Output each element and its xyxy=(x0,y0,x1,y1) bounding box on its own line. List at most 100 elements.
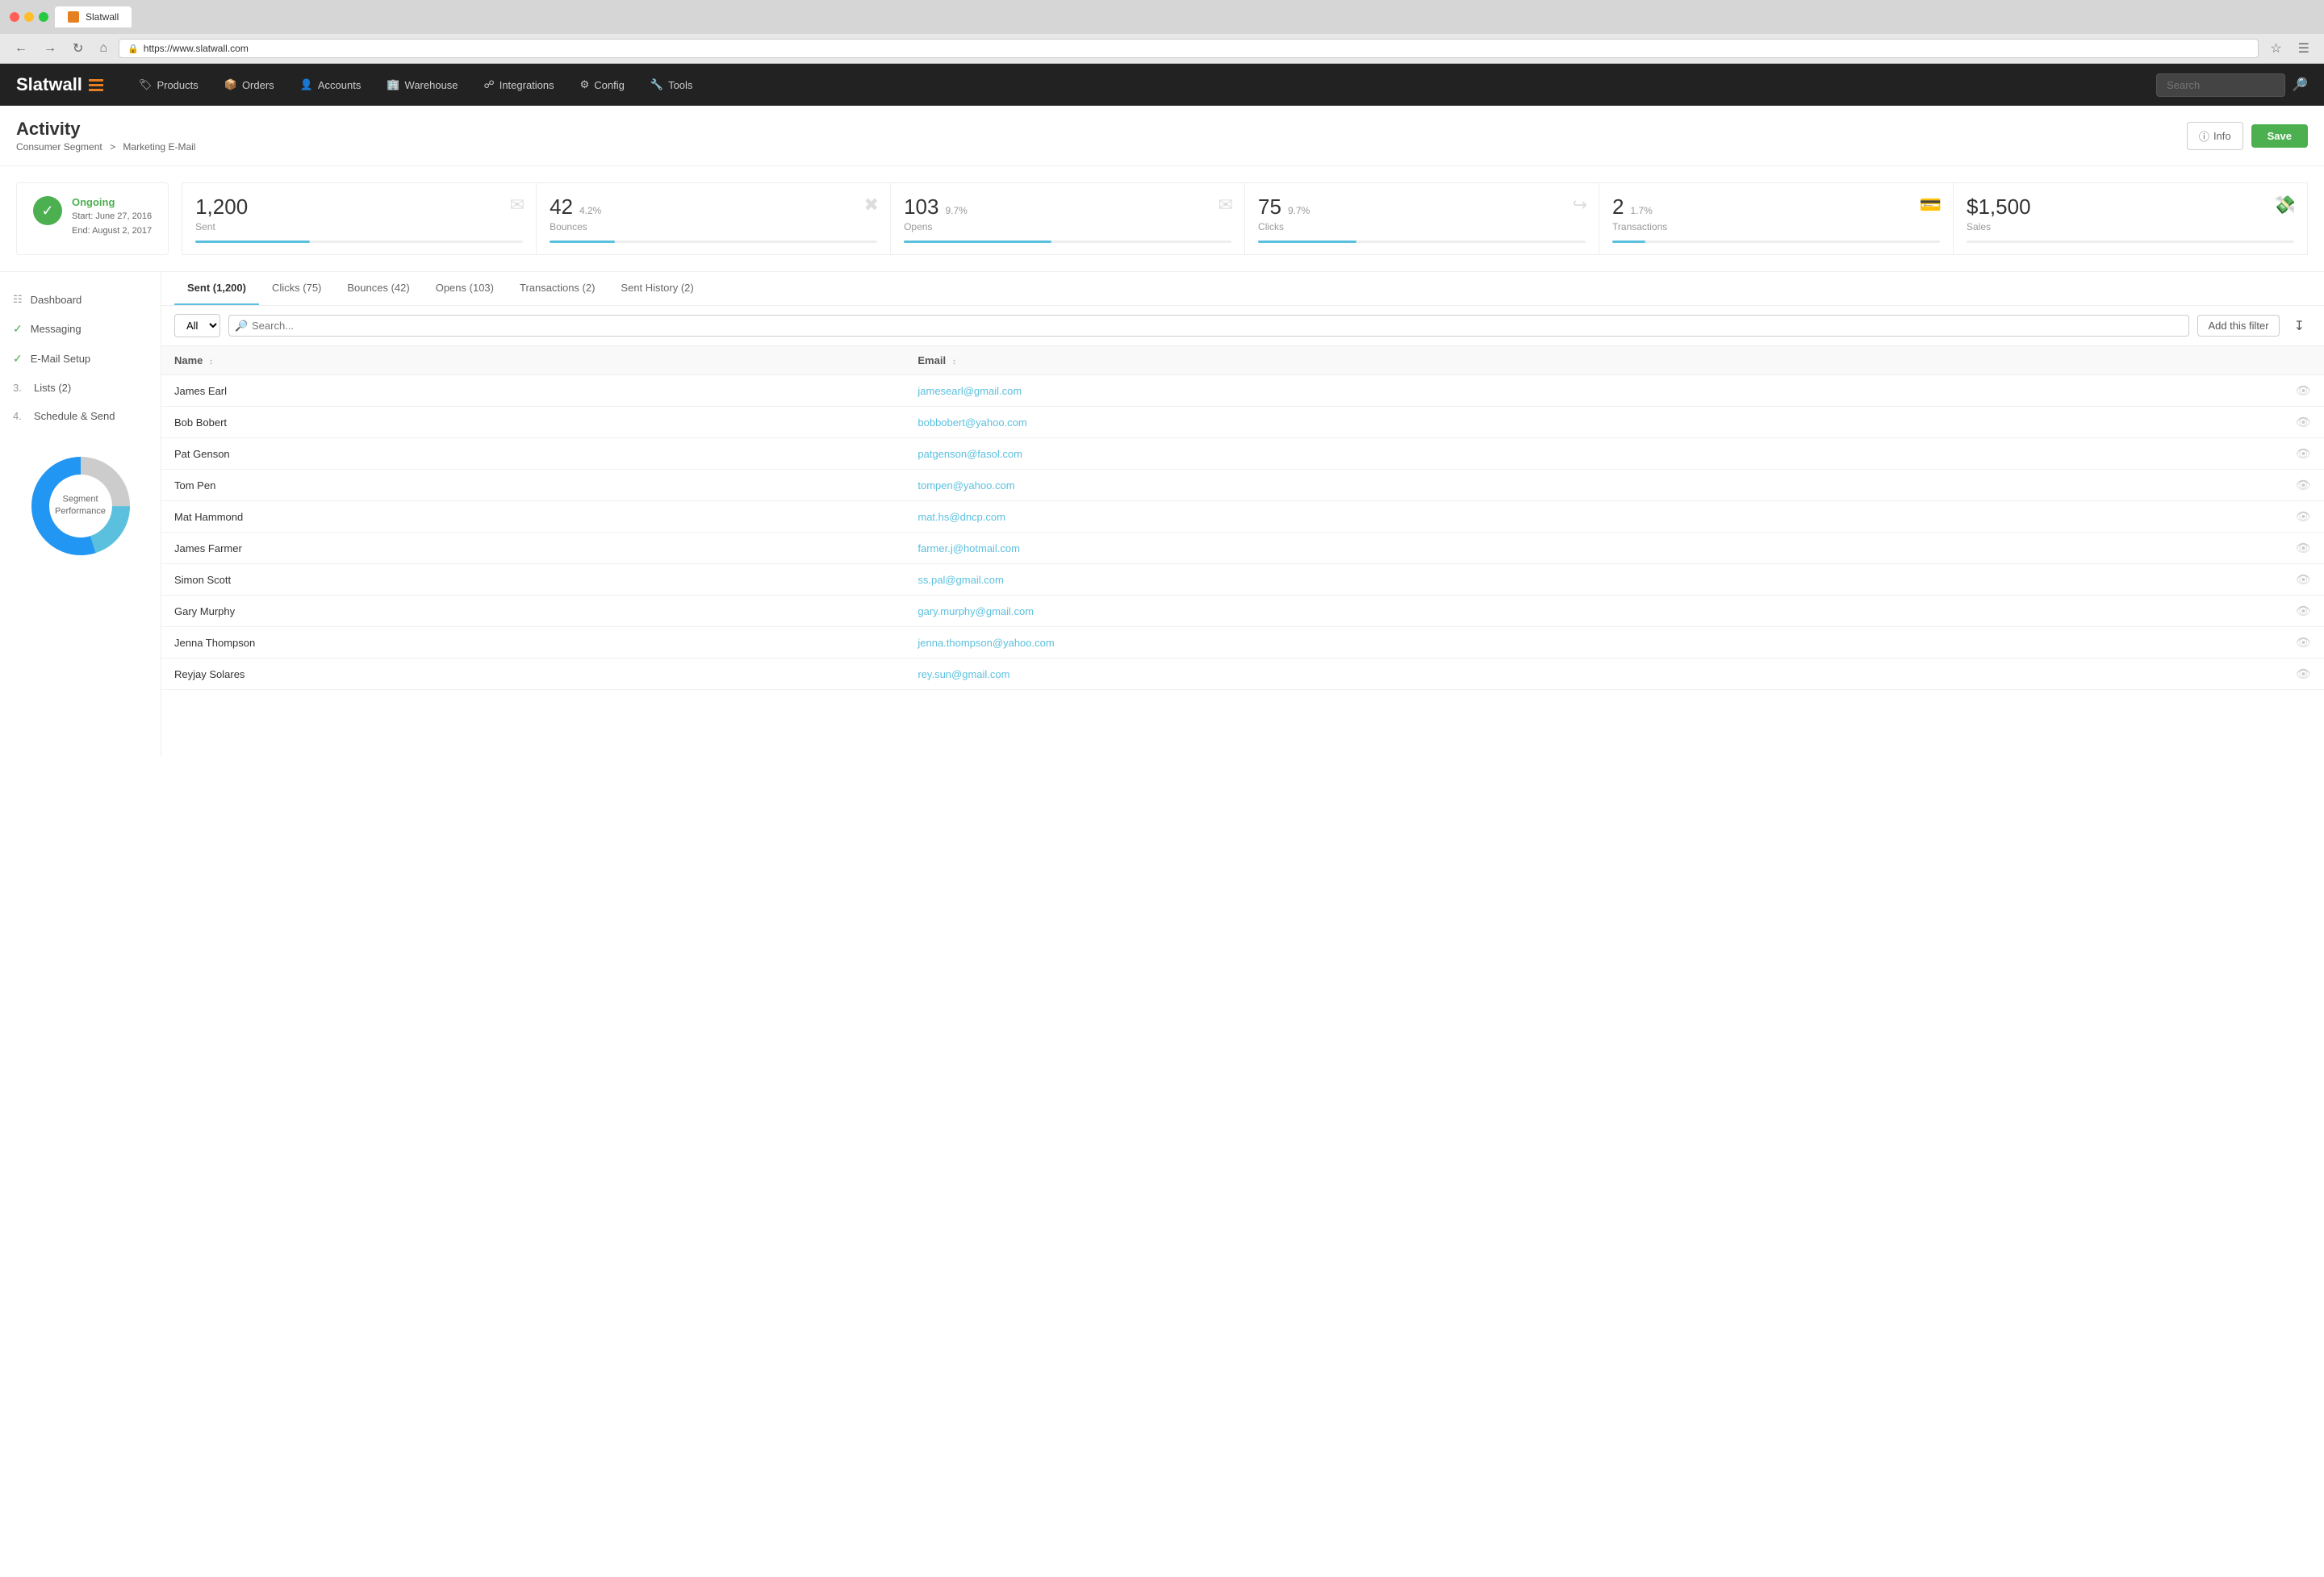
sidebar-item-schedule[interactable]: 4. Schedule & Send xyxy=(0,402,161,430)
url-bar[interactable]: 🔒 https://www.slatwall.com xyxy=(119,39,2259,58)
status-start: Start: June 27, 2016 xyxy=(72,210,152,224)
sidebar-item-email-setup[interactable]: ✓ E-Mail Setup xyxy=(0,344,161,374)
data-table: Name ↕ Email ↕ James Earl jamesearl@gmai… xyxy=(161,346,2324,690)
cell-name-8: Jenna Thompson xyxy=(161,627,905,659)
sidebar-item-messaging[interactable]: ✓ Messaging xyxy=(0,314,161,344)
nav-search-icon[interactable]: 🔎 xyxy=(2292,77,2308,93)
cell-email-3[interactable]: tompen@yahoo.com xyxy=(905,470,2037,501)
cell-email-6[interactable]: ss.pal@gmail.com xyxy=(905,564,2037,596)
sales-icon: 💸 xyxy=(2274,195,2296,215)
filter-all-select[interactable]: All xyxy=(174,314,220,337)
stat-bounces-label: Bounces xyxy=(550,221,877,232)
nav-item-orders[interactable]: 📦 Orders xyxy=(213,72,286,98)
stat-opens: ✉ 103 9.7% Opens xyxy=(891,182,1245,255)
settings-button[interactable]: ☰ xyxy=(2293,39,2314,58)
logo-text: Slatwall xyxy=(16,74,82,95)
grid-icon: ☷ xyxy=(13,293,23,306)
back-button[interactable]: ← xyxy=(10,40,32,57)
tab-sent[interactable]: Sent (1,200) xyxy=(174,272,259,305)
donut-label: Segment Performance xyxy=(52,494,109,519)
tab-sent-history[interactable]: Sent History (2) xyxy=(608,272,706,305)
nav-item-config[interactable]: ⚙ Config xyxy=(569,72,636,98)
view-icon-5[interactable]: 👁 xyxy=(2296,542,2311,555)
breadcrumb-parent[interactable]: Consumer Segment xyxy=(16,141,102,153)
sidebar: ☷ Dashboard ✓ Messaging ✓ E-Mail Setup 3… xyxy=(0,272,161,756)
col-name[interactable]: Name ↕ xyxy=(161,346,905,375)
sidebar-label-email-setup: E-Mail Setup xyxy=(31,353,90,365)
clicks-icon: ↪ xyxy=(1573,195,1587,215)
stat-transactions-bar xyxy=(1612,241,1940,243)
refresh-button[interactable]: ↻ xyxy=(68,39,88,58)
cell-email-5[interactable]: farmer.j@hotmail.com xyxy=(905,533,2037,564)
view-icon-4[interactable]: 👁 xyxy=(2296,510,2311,524)
nav-label-tools: Tools xyxy=(668,79,692,91)
tab-transactions[interactable]: Transactions (2) xyxy=(507,272,608,305)
app-nav: Slatwall 🏷 Products 📦 Orders 👤 Accounts … xyxy=(0,64,2324,106)
add-filter-button[interactable]: Add this filter xyxy=(2197,315,2279,337)
stat-sent-main: 1,200 xyxy=(195,195,523,220)
content-area: Sent (1,200) Clicks (75) Bounces (42) Op… xyxy=(161,272,2324,756)
stat-sent: ✉ 1,200 Sent xyxy=(182,182,537,255)
browser-titlebar: Slatwall xyxy=(0,0,2324,34)
nav-item-products[interactable]: 🏷 Products xyxy=(127,72,210,98)
stat-bounces-bar-fill xyxy=(550,241,615,243)
view-icon-0[interactable]: 👁 xyxy=(2296,384,2311,398)
tag-icon: 🏷 xyxy=(139,78,153,91)
box-icon: 📦 xyxy=(224,78,237,91)
view-icon-7[interactable]: 👁 xyxy=(2296,604,2311,618)
minimize-dot[interactable] xyxy=(24,12,34,22)
lock-icon: 🔒 xyxy=(127,44,139,54)
nav-item-accounts[interactable]: 👤 Accounts xyxy=(289,72,373,98)
browser-chrome: Slatwall ← → ↻ ⌂ 🔒 https://www.slatwall.… xyxy=(0,0,2324,64)
bookmark-button[interactable]: ☆ xyxy=(2265,39,2286,58)
cell-email-2[interactable]: patgenson@fasol.com xyxy=(905,438,2037,470)
view-icon-2[interactable]: 👁 xyxy=(2296,447,2311,461)
search-input[interactable] xyxy=(2156,73,2285,97)
stat-opens-pct: 9.7% xyxy=(945,205,967,216)
cell-email-7[interactable]: gary.murphy@gmail.com xyxy=(905,596,2037,627)
view-icon-8[interactable]: 👁 xyxy=(2296,636,2311,650)
cell-email-0[interactable]: jamesearl@gmail.com xyxy=(905,375,2037,407)
view-icon-1[interactable]: 👁 xyxy=(2296,416,2311,429)
cell-email-4[interactable]: mat.hs@dncp.com xyxy=(905,501,2037,533)
stat-sent-value: 1,200 xyxy=(195,195,248,220)
breadcrumb-separator: > xyxy=(110,141,115,153)
col-email[interactable]: Email ↕ xyxy=(905,346,2037,375)
table-header: Name ↕ Email ↕ xyxy=(161,346,2324,375)
tab-opens[interactable]: Opens (103) xyxy=(423,272,507,305)
view-icon-9[interactable]: 👁 xyxy=(2296,667,2311,681)
sidebar-label-dashboard: Dashboard xyxy=(31,294,82,306)
forward-button[interactable]: → xyxy=(39,40,61,57)
view-icon-3[interactable]: 👁 xyxy=(2296,479,2311,492)
check-icon-messaging: ✓ xyxy=(13,322,23,336)
nav-logo[interactable]: Slatwall xyxy=(16,74,103,95)
nav-item-integrations[interactable]: ☍ Integrations xyxy=(473,72,566,98)
tab-bounces[interactable]: Bounces (42) xyxy=(334,272,422,305)
tab-clicks[interactable]: Clicks (75) xyxy=(259,272,334,305)
nav-item-tools[interactable]: 🔧 Tools xyxy=(639,72,704,98)
save-button[interactable]: Save xyxy=(2251,124,2308,148)
filter-search-wrap: 🔎 xyxy=(228,315,2189,337)
filter-search-input[interactable] xyxy=(228,315,2189,337)
cell-actions-2: 👁 xyxy=(2037,438,2324,470)
stat-clicks-pct: 9.7% xyxy=(1288,205,1310,216)
browser-toolbar: ← → ↻ ⌂ 🔒 https://www.slatwall.com ☆ ☰ xyxy=(0,34,2324,63)
num-lists: 3. xyxy=(13,382,26,394)
home-button[interactable]: ⌂ xyxy=(94,40,112,57)
cell-email-8[interactable]: jenna.thompson@yahoo.com xyxy=(905,627,2037,659)
nav-item-warehouse[interactable]: 🏢 Warehouse xyxy=(375,72,469,98)
close-dot[interactable] xyxy=(10,12,19,22)
status-dates: Start: June 27, 2016 End: August 2, 2017 xyxy=(72,210,152,238)
maximize-dot[interactable] xyxy=(39,12,48,22)
info-button[interactable]: ⓘ Info xyxy=(2187,122,2243,150)
stat-sales-bar xyxy=(1967,241,2294,243)
warehouse-icon: 🏢 xyxy=(387,78,399,91)
browser-tab[interactable]: Slatwall xyxy=(55,6,132,27)
sidebar-item-dashboard[interactable]: ☷ Dashboard xyxy=(0,285,161,314)
cell-email-1[interactable]: bobbobert@yahoo.com xyxy=(905,407,2037,438)
search-icon: 🔎 xyxy=(235,320,248,333)
cell-email-9[interactable]: rey.sun@gmail.com xyxy=(905,659,2037,690)
view-icon-6[interactable]: 👁 xyxy=(2296,573,2311,587)
download-button[interactable]: ↧ xyxy=(2288,315,2311,337)
sidebar-item-lists[interactable]: 3. Lists (2) xyxy=(0,374,161,402)
